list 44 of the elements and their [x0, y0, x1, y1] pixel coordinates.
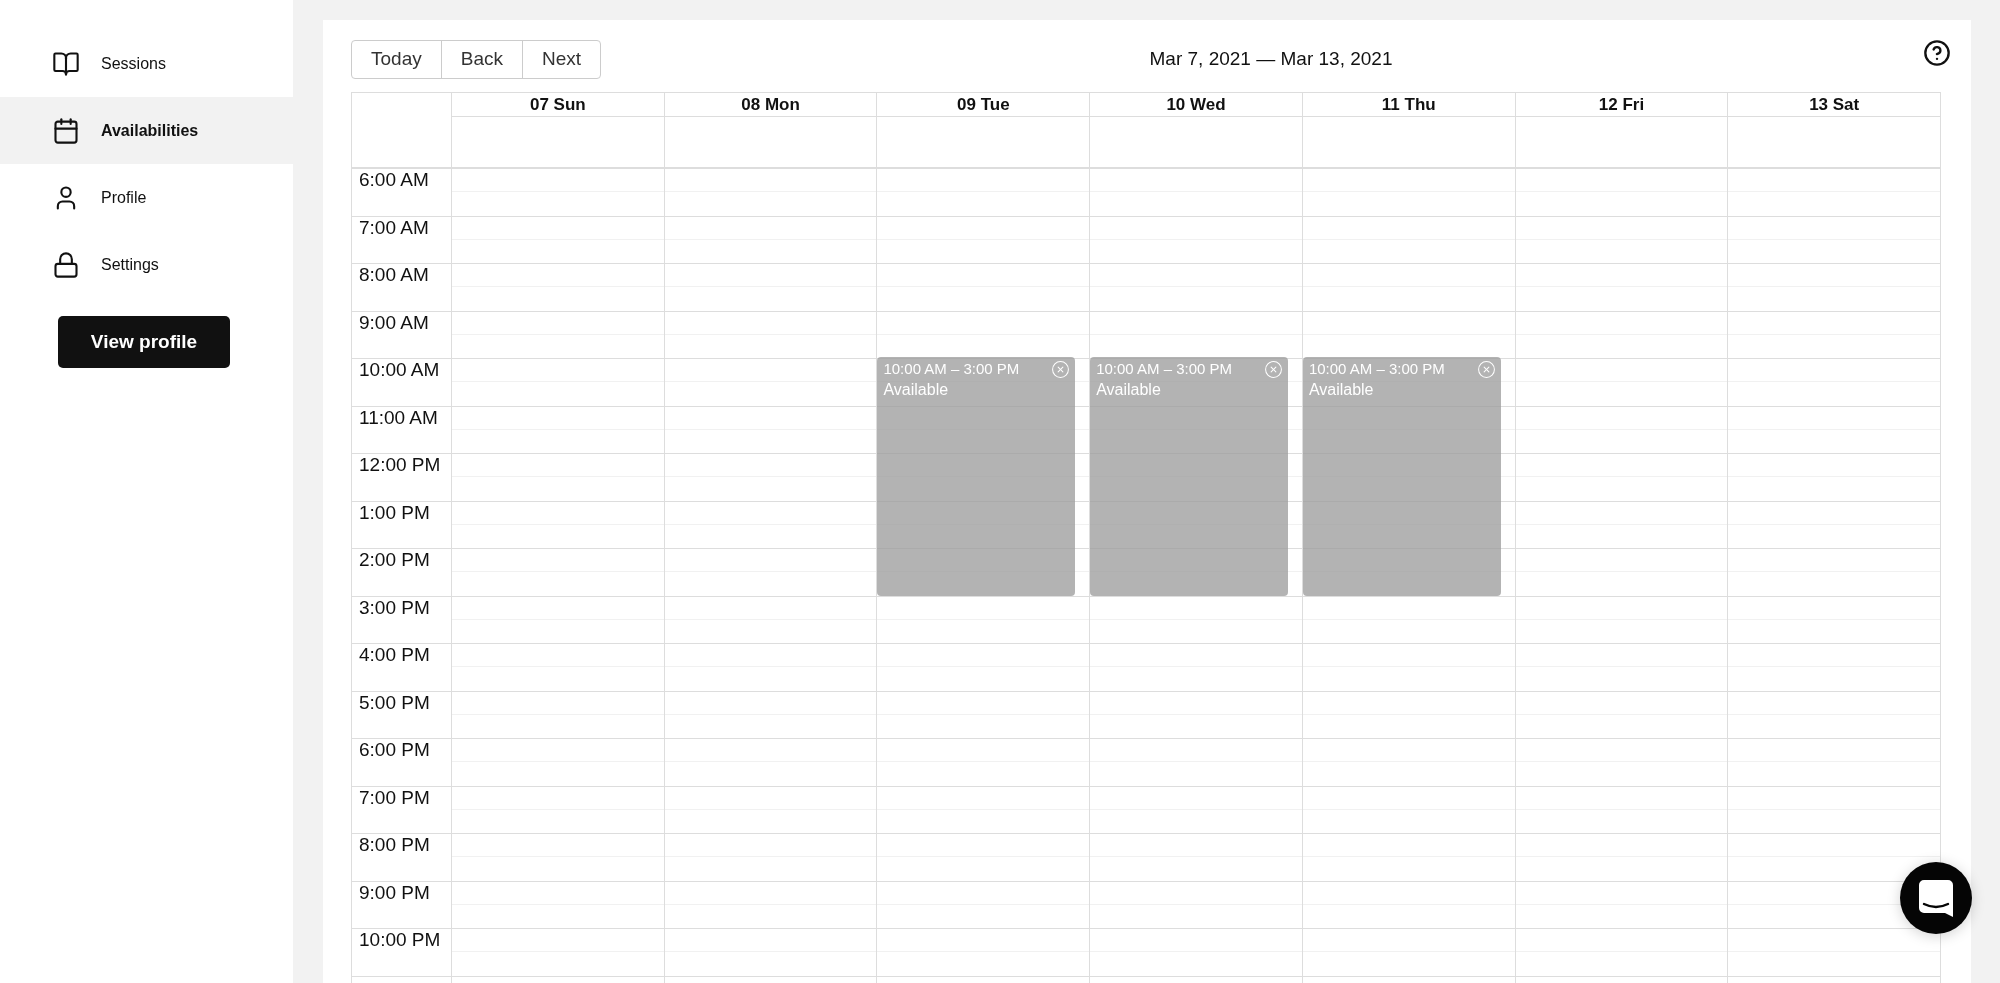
event-time: 10:00 AM – 3:00 PM	[1308, 359, 1445, 379]
time-label: 4:00 PM	[359, 644, 430, 665]
time-label: 9:00 AM	[359, 311, 429, 333]
time-label: 5:00 PM	[359, 691, 430, 713]
day-header: 13 Sat	[1809, 93, 1860, 116]
day-header: 10 Wed	[1166, 93, 1226, 116]
close-icon[interactable]	[1263, 360, 1283, 379]
help-icon[interactable]	[1923, 39, 1951, 67]
sidebar-item[interactable]: Availabilities	[0, 97, 293, 164]
chat-icon	[1919, 879, 1953, 917]
close-icon[interactable]	[1476, 360, 1496, 379]
time-label: 7:00 AM	[359, 216, 429, 238]
time-label: 10:00 PM	[359, 929, 441, 950]
toolbar-button[interactable]: Next	[521, 41, 601, 78]
close-icon[interactable]	[1051, 360, 1071, 379]
time-label: 9:00 PM	[359, 881, 430, 903]
time-label: 12:00 PM	[359, 454, 441, 475]
time-label: 8:00 PM	[359, 834, 430, 855]
toolbar-button[interactable]: Back	[440, 41, 522, 78]
time-label: 2:00 PM	[359, 549, 430, 570]
event-time: 10:00 AM – 3:00 PM	[883, 359, 1020, 379]
time-label: 7:00 PM	[359, 786, 430, 808]
calendar-icon	[52, 116, 80, 145]
day-header: 07 Sun	[530, 93, 586, 116]
time-label: 3:00 PM	[359, 596, 430, 618]
time-label: 6:00 PM	[359, 739, 430, 760]
day-header: 12 Fri	[1598, 93, 1645, 116]
toolbar-button[interactable]: Today	[352, 41, 441, 78]
book-icon	[52, 49, 80, 78]
event-title: Available	[883, 380, 949, 400]
view-profile-button[interactable]: View profile	[58, 316, 230, 368]
event-time: 10:00 AM – 3:00 PM	[1096, 359, 1233, 379]
event-title: Available	[1096, 380, 1161, 400]
time-label: 6:00 AM	[359, 169, 429, 190]
lock-icon	[52, 250, 80, 279]
day-header: 11 Thu	[1381, 93, 1436, 116]
day-header: 09 Tue	[957, 93, 1010, 116]
time-label: 10:00 AM	[359, 359, 440, 380]
day-header: 08 Mon	[741, 93, 800, 116]
time-label: 11:00 AM	[359, 406, 438, 428]
event-title: Available	[1308, 380, 1374, 400]
time-label: 8:00 AM	[359, 264, 429, 285]
time-label: 1:00 PM	[359, 501, 430, 523]
date-range-label: Mar 7, 2021 — Mar 13, 2021	[1149, 47, 1393, 72]
